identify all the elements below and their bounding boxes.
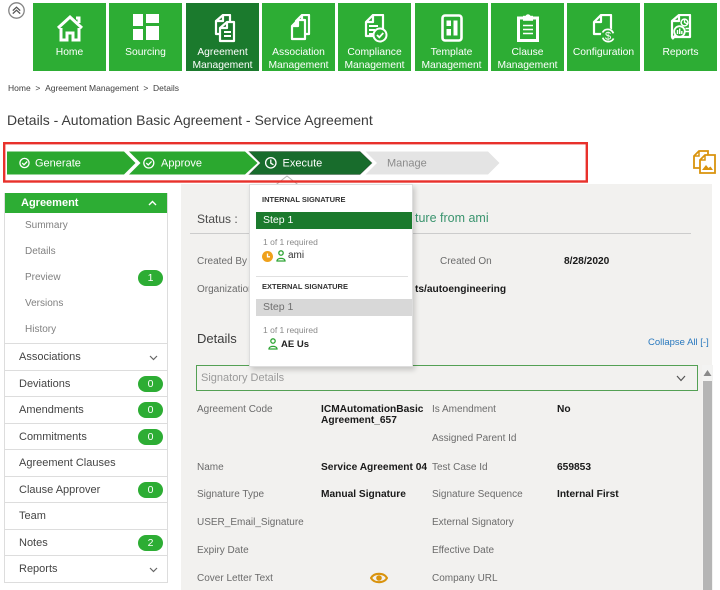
svg-text:Approve: Approve — [161, 158, 202, 170]
svg-text:$: $ — [604, 31, 610, 43]
svg-text:Generate: Generate — [35, 158, 81, 170]
svg-text:Execute: Execute — [283, 158, 323, 170]
svg-text:Manage: Manage — [387, 158, 427, 170]
